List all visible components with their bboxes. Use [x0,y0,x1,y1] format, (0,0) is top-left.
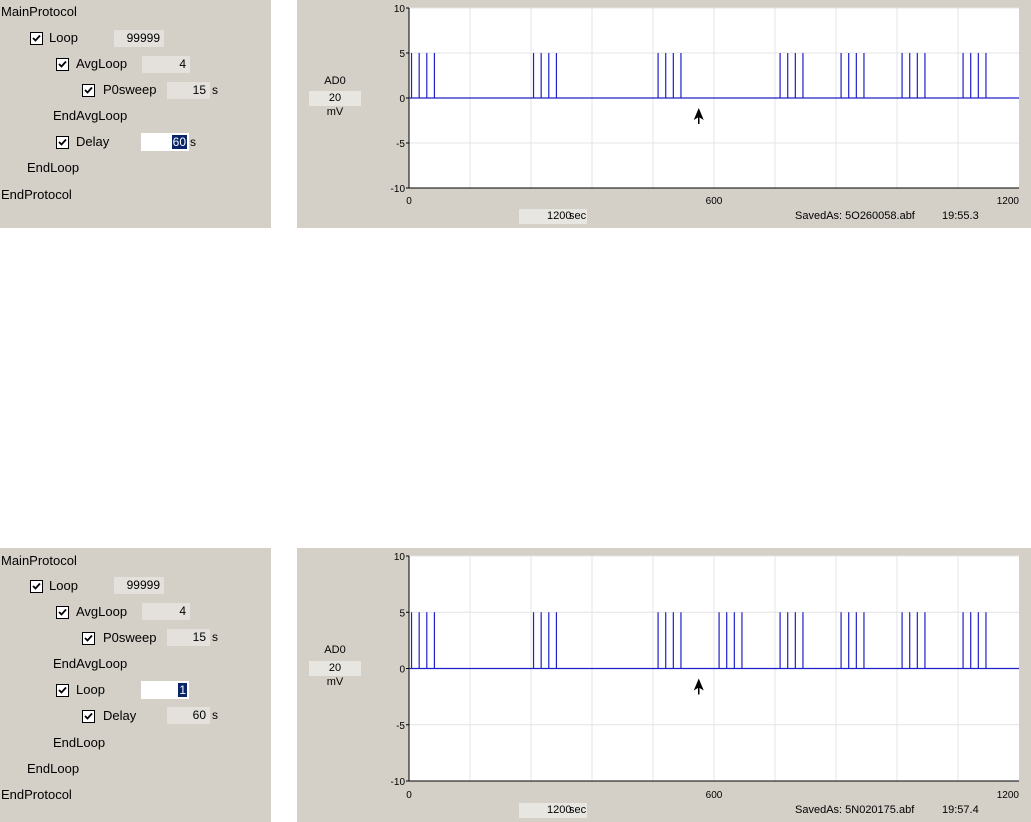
y-tick-label: 10 [394,552,406,563]
check-icon [58,608,67,616]
y-tick-label: 5 [399,608,405,619]
x-tick-label: 1200 [997,196,1020,207]
avgloop-label: AvgLoop [76,604,128,619]
check-icon [84,86,93,94]
loop-count-field[interactable]: 99999 [114,577,164,594]
p0sweep-label: P0sweep [103,82,157,97]
inner-loop-value-selected: 1 [178,683,187,697]
avgloop-checkbox[interactable] [56,606,69,619]
delay-unit: s [212,708,218,722]
check-icon [84,634,93,642]
scope-window-2: AD0 20 mV 10 5 0 -5 -10 0 600 1200 1200 sec Sav… [297,548,1031,822]
loop-count-field[interactable]: 99999 [114,30,164,47]
endavgloop-label: EndAvgLoop [53,108,128,123]
x-tick-label: 600 [706,196,723,207]
main-protocol-label: MainProtocol [1,553,77,568]
check-icon [58,60,67,68]
x-tick-label: 1200 [997,790,1020,801]
avgloop-count-field[interactable]: 4 [142,603,190,620]
avgloop-label: AvgLoop [76,56,128,71]
p0sweep-unit: s [212,630,218,644]
endprotocol-label: EndProtocol [1,187,72,202]
p0sweep-duration-field[interactable]: 15 [167,629,210,646]
x-tick-label: 600 [706,790,723,801]
sweep-duration-box: 1200 sec [519,209,587,224]
p0sweep-label: P0sweep [103,630,157,645]
delay-unit: s [190,135,196,149]
endprotocol-label: EndProtocol [1,787,72,802]
p0sweep-unit: s [212,83,218,97]
y-tick-label: 0 [399,665,405,676]
y-tick-label: -5 [396,139,405,150]
protocol-panel-2: MainProtocol Loop 99999 AvgLoop 4 P0swee… [0,548,271,822]
check-icon [32,582,41,590]
delay-value-selected: 60 [171,135,187,149]
delay-duration-input[interactable]: 60 [141,133,189,151]
sweep-duration-box: 1200 sec [519,803,587,818]
scope-plot-area[interactable]: 1050-5-100 600 1200 [297,0,1031,228]
delay-label: Delay [103,708,137,723]
p0sweep-duration-field[interactable]: 15 [167,82,210,99]
loop-checkbox[interactable] [30,580,43,593]
check-icon [58,138,67,146]
inner-endloop-label: EndLoop [53,735,106,750]
scope-window-1: AD0 20 mV 10 5 0 -5 -10 0 600 1200 1200 sec Sav… [297,0,1031,228]
inner-loop-checkbox[interactable] [56,684,69,697]
delay-label: Delay [76,134,110,149]
sweep-duration: 1200 [547,210,572,222]
sweep-duration-unit: sec [569,210,587,222]
y-tick-label: -10 [391,184,406,195]
p0sweep-checkbox[interactable] [82,632,95,645]
sweep-duration-unit: sec [569,804,587,816]
check-icon [58,686,67,694]
check-icon [32,34,41,42]
avgloop-checkbox[interactable] [56,58,69,71]
avgloop-count-field[interactable]: 4 [142,56,190,73]
elapsed-time: 19:57.4 [942,804,979,816]
delay-checkbox[interactable] [56,136,69,149]
y-tick-label: 5 [399,49,405,60]
y-tick-label: 10 [394,4,406,15]
y-tick-label: -5 [396,721,405,732]
delay-duration-field[interactable]: 60 [167,707,210,724]
protocol-panel-1: MainProtocol Loop 99999 AvgLoop 4 P0swee… [0,0,271,228]
sweep-duration: 1200 [547,804,572,816]
loop-checkbox[interactable] [30,32,43,45]
y-tick-label: 0 [399,94,405,105]
scope-plot-area[interactable]: 1050-5-100 600 1200 [297,548,1031,822]
p0sweep-checkbox[interactable] [82,84,95,97]
endloop-label: EndLoop [27,761,80,776]
elapsed-time: 19:55.3 [942,210,979,222]
loop-label: Loop [49,30,78,45]
saved-as-text: SavedAs: 5N020175.abf [795,804,915,816]
check-icon [84,712,93,720]
x-tick-label: 0 [406,790,412,801]
endavgloop-label: EndAvgLoop [53,656,128,671]
endloop-label: EndLoop [27,160,80,175]
x-tick-label: 0 [406,196,412,207]
inner-loop-label: Loop [76,682,105,697]
main-protocol-label: MainProtocol [1,4,77,19]
saved-as-text: SavedAs: 5O260058.abf [795,210,915,222]
delay-checkbox[interactable] [82,710,95,723]
y-tick-label: -10 [391,777,406,788]
inner-loop-count-input[interactable]: 1 [141,681,189,699]
loop-label: Loop [49,578,78,593]
